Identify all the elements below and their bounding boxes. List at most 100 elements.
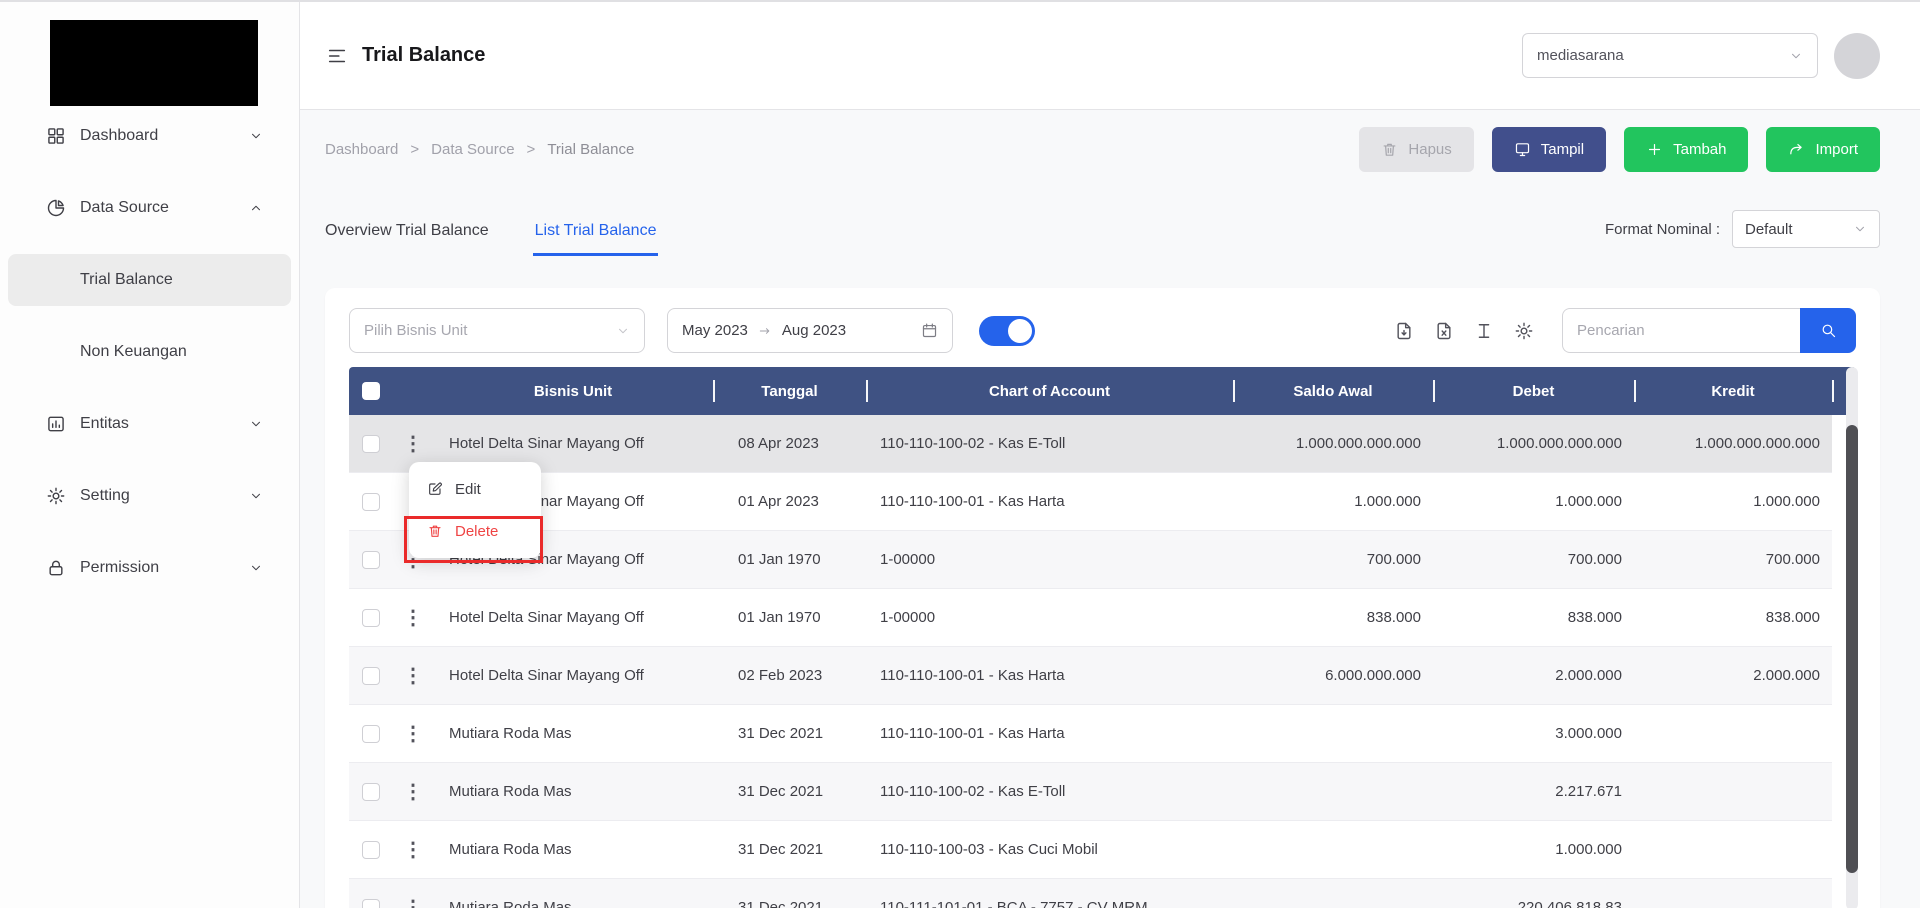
- sidebar-subitem-non-keuangan[interactable]: Non Keuangan: [8, 326, 291, 378]
- tab-list-trial-balance[interactable]: List Trial Balance: [532, 222, 659, 256]
- cell-chart-of-account: 110-110-100-03 - Kas Cuci Mobil: [880, 841, 1098, 858]
- breadcrumb-item-data-source[interactable]: Data Source: [431, 141, 514, 158]
- sidebar-item-label: Permission: [80, 559, 160, 576]
- row-checkbox[interactable]: [362, 724, 380, 743]
- chevron-down-icon: [249, 129, 263, 143]
- sidebar-item-entitas[interactable]: Entitas: [8, 398, 291, 450]
- sidebar-item-label: Dashboard: [80, 127, 159, 144]
- row-menu-button[interactable]: ⋮: [403, 608, 423, 628]
- tambah-button[interactable]: Tambah: [1624, 126, 1749, 172]
- row-menu-button[interactable]: ⋮: [403, 840, 423, 860]
- row-checkbox-cell: [349, 608, 393, 627]
- row-checkbox[interactable]: [362, 434, 380, 453]
- cell-debet: 1.000.000: [1555, 493, 1622, 510]
- select-all-cell: [349, 367, 393, 415]
- row-checkbox[interactable]: [362, 898, 380, 908]
- page-title: Trial Balance: [362, 44, 486, 66]
- header-menu-spacer: [393, 367, 433, 415]
- row-checkbox-cell: [349, 434, 393, 453]
- business-unit-select[interactable]: Pilih Bisnis Unit: [349, 308, 645, 353]
- sidebar-item-permission[interactable]: Permission: [8, 542, 291, 594]
- row-menu-button[interactable]: ⋮: [403, 724, 423, 744]
- tampil-button[interactable]: Tampil: [1491, 126, 1607, 172]
- column-header-debet: Debet: [1433, 367, 1634, 415]
- search-icon: [1820, 322, 1837, 339]
- table-settings-icon[interactable]: [1514, 321, 1534, 341]
- sidebar: Dashboard Data Source Trial Balance Non Keu…: [0, 2, 300, 908]
- row-menu-button[interactable]: ⋮: [403, 782, 423, 802]
- cell-bisnis-unit: Mutiara Roda Mas: [449, 783, 572, 800]
- cell-saldo-awal: 6.000.000.000: [1325, 667, 1421, 684]
- table-scrollbar-thumb[interactable]: [1846, 425, 1858, 873]
- breadcrumb-item-dashboard[interactable]: Dashboard: [325, 141, 398, 158]
- format-nominal-value: Default: [1745, 220, 1793, 238]
- column-header-chart-of-account: Chart of Account: [866, 367, 1233, 415]
- row-checkbox-cell: [349, 724, 393, 743]
- cell-debet: 2.217.671: [1555, 783, 1622, 800]
- row-checkbox[interactable]: [362, 492, 380, 511]
- tabs: Overview Trial Balance List Trial Balanc…: [325, 222, 659, 256]
- sidebar-item-label: Data Source: [80, 199, 169, 216]
- search-group: [1562, 308, 1856, 353]
- sidebar-item-data-source[interactable]: Data Source: [8, 182, 291, 234]
- sidebar-subitem-trial-balance[interactable]: Trial Balance: [8, 254, 291, 306]
- table-row: ⋮ Mutiara Roda Mas 31 Dec 2021 110-111-101-…: [349, 879, 1832, 908]
- trash-icon: [1381, 141, 1398, 158]
- row-checkbox[interactable]: [362, 840, 380, 859]
- context-menu-item-edit[interactable]: Edit: [409, 468, 541, 510]
- context-menu-item-delete[interactable]: Delete: [409, 510, 541, 552]
- table-row: ⋮Hotel Delta Sinar Mayang Off01 Apr 2023…: [349, 473, 1832, 531]
- sidebar-subitem-label: Non Keuangan: [80, 343, 187, 360]
- cell-kredit: 838.000: [1765, 609, 1820, 626]
- chevron-down-icon: [1853, 222, 1867, 236]
- row-checkbox[interactable]: [362, 608, 380, 627]
- row-menu-button[interactable]: ⋮: [403, 434, 423, 454]
- export-pdf-icon[interactable]: [1394, 321, 1414, 341]
- filter-right: [1394, 308, 1856, 353]
- row-checkbox-cell: [349, 782, 393, 801]
- column-header-bisnis-unit: Bisnis Unit: [533, 382, 613, 400]
- row-checkbox-cell: [349, 492, 393, 511]
- search-input[interactable]: [1562, 308, 1800, 353]
- cell-bisnis-unit: Hotel Delta Sinar Mayang Off: [449, 667, 644, 684]
- cell-kredit: 2.000.000: [1753, 667, 1820, 684]
- sidebar-item-setting[interactable]: Setting: [8, 470, 291, 522]
- import-icon: [1788, 141, 1805, 158]
- sidebar-toggle-icon[interactable]: [326, 45, 348, 67]
- row-checkbox-cell: [349, 666, 393, 685]
- column-header-tanggal: Tanggal: [713, 367, 866, 415]
- cell-saldo-awal: 838.000: [1366, 609, 1421, 626]
- filter-row: Pilih Bisnis Unit May 2023 Aug 2023: [349, 308, 1856, 353]
- text-tool-icon[interactable]: [1474, 321, 1494, 341]
- select-all-checkbox[interactable]: [362, 382, 380, 400]
- table-row: ⋮ Hotel Delta Sinar Mayang Off 02 Feb 2023…: [349, 647, 1832, 705]
- hapus-button[interactable]: Hapus: [1359, 126, 1474, 172]
- import-button[interactable]: Import: [1766, 126, 1880, 172]
- table-row: ⋮ Hotel Delta Sinar Mayang Off 01 Jan 1970…: [349, 589, 1832, 647]
- row-checkbox[interactable]: [362, 782, 380, 801]
- row-menu-button[interactable]: ⋮: [403, 898, 423, 908]
- tampil-button-label: Tampil: [1540, 140, 1585, 158]
- cell-tanggal: 31 Dec 2021: [738, 783, 824, 800]
- table-row: ⋮ Mutiara Roda Mas 31 Dec 2021 110-110-100-…: [349, 705, 1832, 763]
- row-menu-button[interactable]: ⋮: [403, 666, 423, 686]
- cell-bisnis-unit: Mutiara Roda Mas: [449, 725, 572, 742]
- date-range-picker[interactable]: May 2023 Aug 2023: [667, 308, 953, 353]
- company-select[interactable]: mediasarana: [1522, 33, 1818, 78]
- sidebar-item-dashboard[interactable]: Dashboard: [8, 110, 291, 162]
- format-nominal-select[interactable]: Default: [1732, 210, 1880, 248]
- format-nominal: Format Nominal : Default: [1605, 210, 1880, 256]
- search-button[interactable]: [1800, 308, 1856, 353]
- arrow-right-icon: [758, 324, 772, 338]
- row-checkbox[interactable]: [362, 666, 380, 685]
- row-menu-cell: ⋮: [393, 608, 433, 628]
- tab-overview-trial-balance[interactable]: Overview Trial Balance: [325, 222, 489, 256]
- format-nominal-label: Format Nominal :: [1604, 220, 1720, 238]
- sidebar-item-label: Setting: [80, 487, 130, 504]
- export-excel-icon[interactable]: [1434, 321, 1454, 341]
- row-checkbox[interactable]: [362, 550, 380, 569]
- breadcrumb-separator: >: [526, 140, 536, 158]
- table-scrollbar[interactable]: [1846, 367, 1858, 908]
- toggle-switch[interactable]: [979, 315, 1035, 346]
- avatar[interactable]: [1834, 32, 1880, 79]
